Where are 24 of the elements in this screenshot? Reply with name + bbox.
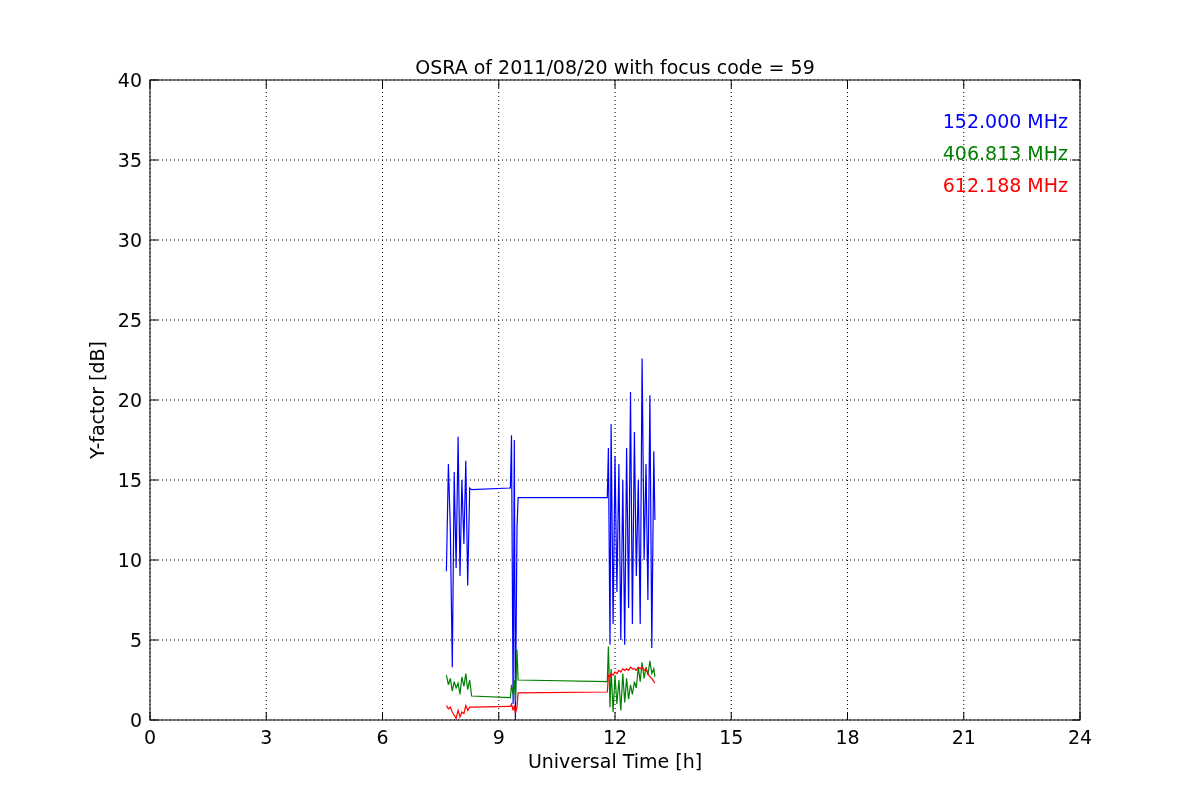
tick-label: 25 (117, 309, 142, 331)
tick-label: 0 (129, 709, 142, 731)
tick-label: 15 (117, 469, 142, 491)
tick-label: 3 (260, 726, 273, 748)
tick-label: 24 (1067, 726, 1093, 748)
x-axis-label: Universal Time [h] (527, 750, 703, 772)
tick-label: 20 (117, 389, 142, 411)
tick-label: 9 (492, 726, 505, 748)
tick-label: 6 (376, 726, 389, 748)
tick-label: 15 (719, 726, 744, 748)
tick-label: 12 (602, 726, 628, 748)
tick-label: 40 (117, 69, 142, 91)
tick-label: 5 (129, 629, 142, 651)
legend-label: 612.188 MHz (942, 174, 1068, 196)
tick-label: 18 (835, 726, 860, 748)
tick-label: 10 (117, 549, 142, 571)
legend-label: 406.813 MHz (942, 142, 1068, 164)
tick-label: 30 (117, 229, 142, 251)
tick-label: 35 (117, 149, 142, 171)
legend-label: 152.000 MHz (942, 110, 1068, 132)
y-axis-label: Y-factor [dB] (86, 341, 108, 459)
chart-title: OSRA of 2011/08/20 with focus code = 59 (415, 56, 815, 78)
tick-label: 21 (951, 726, 976, 748)
tick-label: 0 (143, 726, 157, 748)
